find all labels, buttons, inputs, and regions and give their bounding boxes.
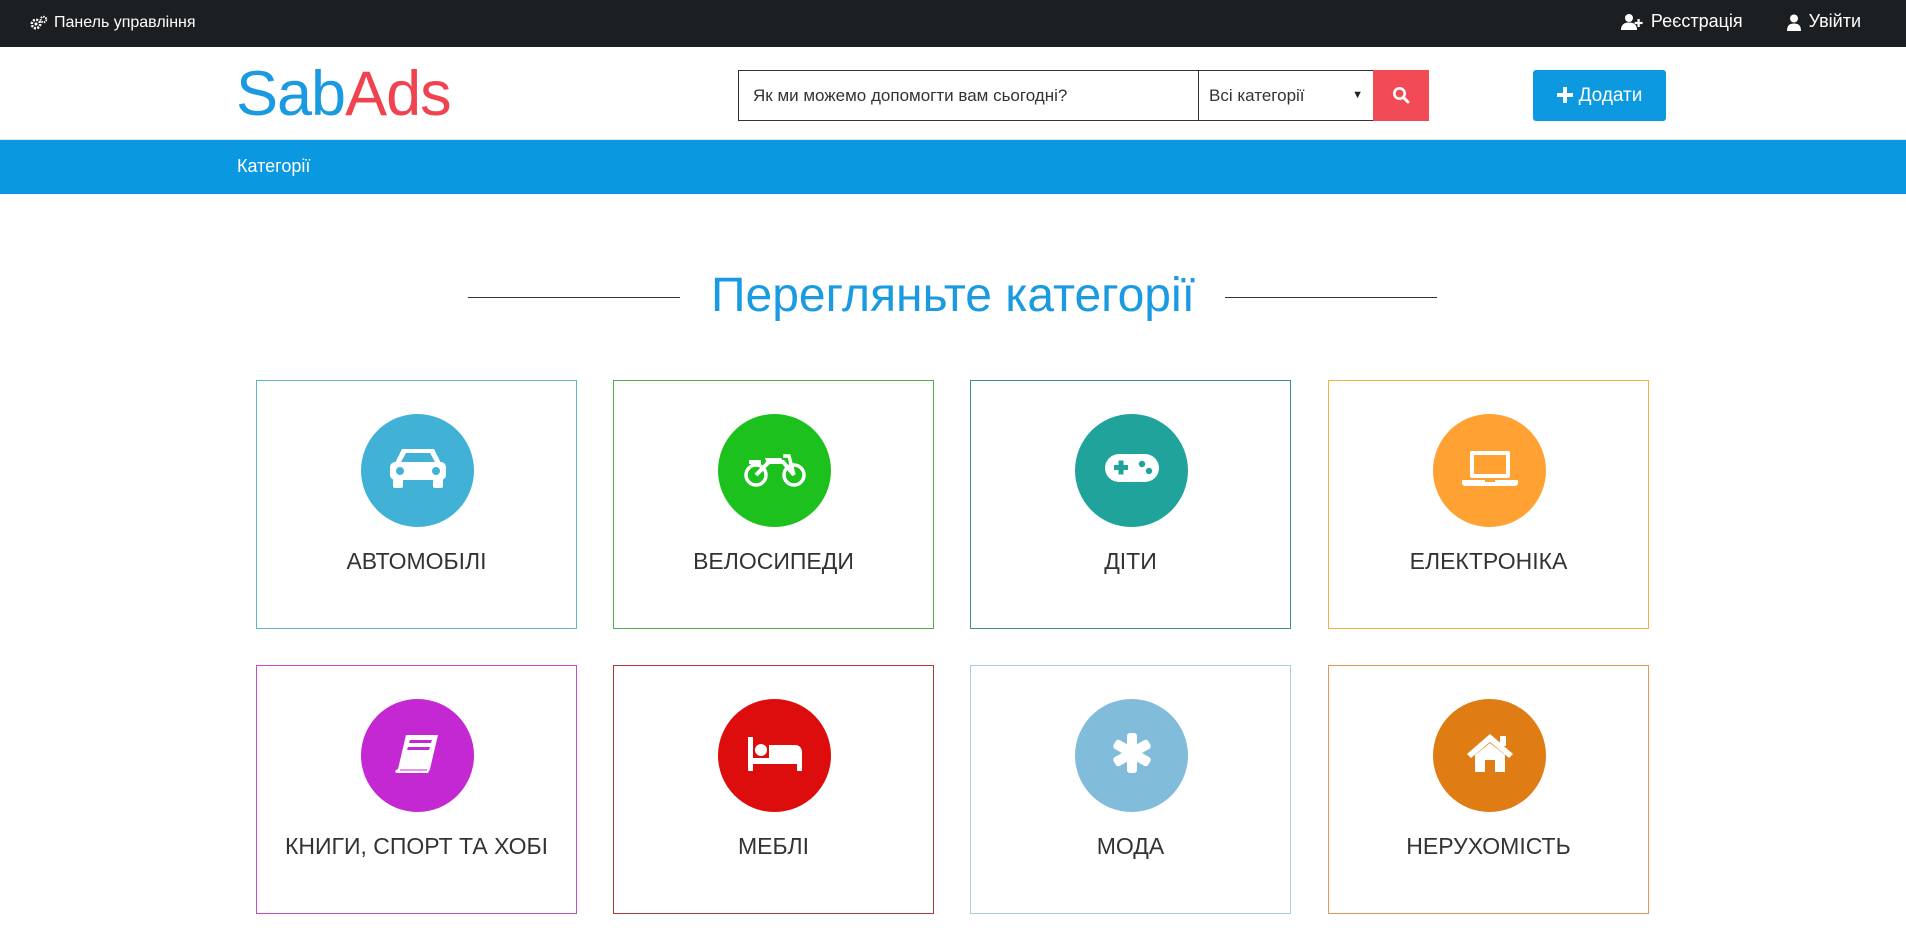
bed-icon: [745, 733, 805, 778]
add-listing-label: Додати: [1578, 84, 1643, 106]
category-label: ЕЛЕКТРОНІКА: [1409, 548, 1568, 574]
heading-divider-left: [468, 297, 680, 298]
login-label: Увійти: [1808, 11, 1861, 31]
laptop-icon: [1461, 448, 1519, 493]
category-icon-circle: [361, 414, 474, 527]
category-card-bicycles[interactable]: ВЕЛОСИПЕДИ: [613, 380, 934, 629]
user-plus-icon: [1620, 11, 1643, 32]
asterisk-icon: [1110, 731, 1154, 780]
main-navbar: Категорії: [0, 140, 1906, 194]
add-listing-button[interactable]: Додати: [1533, 70, 1666, 121]
category-select[interactable]: Всі категорії ▼: [1198, 70, 1373, 121]
category-icon-circle: [1075, 414, 1188, 527]
category-icon-circle: [361, 699, 474, 812]
gamepad-icon: [1103, 451, 1161, 490]
category-card-books-sport-hobby[interactable]: КНИГИ, СПОРТ ТА ХОБІ: [256, 665, 577, 914]
section-heading: Перегляньте категорії: [0, 265, 1906, 327]
register-link[interactable]: Реєстрація: [1620, 11, 1743, 32]
book-icon: [394, 729, 442, 782]
category-icon-circle: [1433, 414, 1546, 527]
category-card-real-estate[interactable]: НЕРУХОМІСТЬ: [1328, 665, 1649, 914]
heading-divider-right: [1225, 297, 1437, 298]
category-card-fashion[interactable]: МОДА: [970, 665, 1291, 914]
user-icon: [1786, 11, 1801, 32]
category-icon-circle: [1433, 699, 1546, 812]
logo-part-sab: Sab: [236, 59, 346, 129]
plus-icon: [1556, 85, 1573, 107]
category-label: АВТОМОБІЛІ: [346, 548, 487, 574]
category-label: КНИГИ, СПОРТ ТА ХОБІ: [284, 833, 549, 859]
category-icon-circle: [1075, 699, 1188, 812]
category-label: ВЕЛОСИПЕДИ: [693, 548, 854, 574]
category-card-cars[interactable]: АВТОМОБІЛІ: [256, 380, 577, 629]
search-icon: [1392, 86, 1410, 104]
search-button[interactable]: [1373, 70, 1429, 121]
category-icon-circle: [718, 699, 831, 812]
category-icon-circle: [718, 414, 831, 527]
site-logo[interactable]: SabAds: [236, 59, 452, 129]
site-header: SabAds Як ми можемо допомогти вам сьогод…: [0, 47, 1906, 140]
motorcycle-icon: [743, 448, 807, 493]
category-label: НЕРУХОМІСТЬ: [1406, 833, 1571, 859]
login-link[interactable]: Увійти: [1786, 11, 1861, 32]
home-icon: [1465, 732, 1515, 779]
register-label: Реєстрація: [1650, 11, 1743, 31]
search-form: Як ми можемо допомогти вам сьогодні? Всі…: [738, 70, 1429, 121]
gears-icon: [30, 14, 48, 32]
caret-down-icon: ▼: [1352, 89, 1363, 101]
admin-panel-link[interactable]: Панель управління: [30, 14, 196, 32]
search-input[interactable]: Як ми можемо допомогти вам сьогодні?: [738, 70, 1198, 121]
admin-panel-label: Панель управління: [54, 14, 196, 31]
category-card-kids[interactable]: ДІТИ: [970, 380, 1291, 629]
nav-categories-link[interactable]: Категорії: [237, 156, 310, 177]
page-title: Перегляньте категорії: [711, 269, 1195, 322]
category-label: МОДА: [1096, 833, 1165, 859]
category-card-electronics[interactable]: ЕЛЕКТРОНІКА: [1328, 380, 1649, 629]
logo-part-ads: Ads: [345, 59, 452, 129]
category-label: МЕБЛІ: [737, 833, 810, 859]
top-admin-bar: Панель управління Реєстрація Увійти: [0, 0, 1906, 47]
category-card-furniture[interactable]: МЕБЛІ: [613, 665, 934, 914]
category-label: ДІТИ: [1104, 548, 1157, 574]
category-select-value: Всі категорії: [1209, 86, 1305, 105]
car-icon: [388, 445, 448, 496]
